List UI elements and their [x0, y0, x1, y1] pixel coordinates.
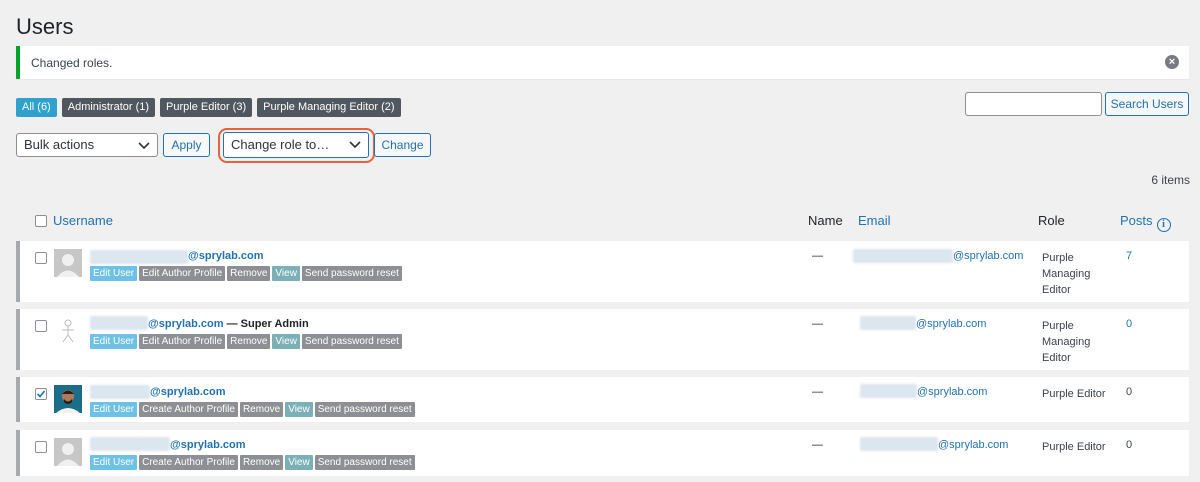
column-posts-label: Posts — [1120, 213, 1153, 228]
row-actions: Edit User Create Author Profile Remove V… — [90, 455, 415, 470]
posts-link[interactable]: 0 — [1126, 318, 1132, 330]
name-cell: — — [812, 386, 823, 398]
column-posts[interactable]: Posts i — [1120, 213, 1171, 232]
row-checkbox[interactable] — [35, 320, 47, 332]
posts-count: 0 — [1126, 386, 1133, 398]
edit-user-link[interactable]: Edit User — [90, 334, 138, 349]
remove-link[interactable]: Remove — [239, 455, 284, 470]
view-link[interactable]: View — [272, 334, 300, 349]
chevron-down-icon — [349, 141, 361, 149]
change-role-label: Change role to… — [231, 137, 330, 152]
filter-purple-editor[interactable]: Purple Editor (3) — [160, 98, 253, 117]
chevron-down-icon — [138, 142, 150, 150]
password-reset-link[interactable]: Send password reset — [314, 455, 415, 470]
email-link[interactable]: @sprylab.com — [916, 318, 986, 330]
username-link[interactable]: @sprylab.com — Super Admin — [148, 318, 309, 330]
username-link[interactable]: @sprylab.com — [170, 439, 246, 451]
avatar — [54, 317, 82, 345]
notice-text: Changed roles. — [31, 56, 113, 70]
name-cell: — — [812, 250, 823, 262]
row-actions: Edit User Edit Author Profile Remove Vie… — [90, 334, 402, 349]
author-profile-link[interactable]: Edit Author Profile — [139, 334, 226, 349]
view-link[interactable]: View — [285, 402, 313, 417]
row-checkbox[interactable] — [35, 252, 47, 264]
filter-all[interactable]: All (6) — [16, 98, 57, 117]
posts-count: 0 — [1126, 439, 1133, 451]
avatar — [54, 249, 82, 277]
view-link[interactable]: View — [272, 266, 300, 281]
remove-link[interactable]: Remove — [227, 334, 271, 349]
items-count: 6 items — [1151, 173, 1190, 187]
username-link[interactable]: @sprylab.com — [150, 386, 226, 398]
column-username[interactable]: Username — [53, 213, 113, 228]
edit-user-link[interactable]: Edit User — [90, 402, 138, 417]
table-row: @sprylab.com Edit User Create Author Pro… — [16, 377, 1189, 422]
close-icon[interactable]: × — [1165, 55, 1179, 69]
table-row: @sprylab.com Edit User Edit Author Profi… — [16, 241, 1189, 302]
role-cell: Purple Managing Editor — [1042, 320, 1091, 364]
avatar — [54, 438, 82, 466]
role-cell: Purple Managing Editor — [1042, 252, 1091, 296]
email-link[interactable]: @sprylab.com — [917, 386, 987, 398]
author-profile-link[interactable]: Edit Author Profile — [139, 266, 226, 281]
role-cell: Purple Editor — [1042, 441, 1106, 453]
table-row: @sprylab.com — Super Admin Edit User Edi… — [16, 309, 1189, 370]
select-all-checkbox[interactable] — [35, 215, 47, 227]
author-profile-link[interactable]: Create Author Profile — [139, 455, 238, 470]
remove-link[interactable]: Remove — [227, 266, 271, 281]
posts-link[interactable]: 7 — [1126, 250, 1132, 262]
filter-administrator[interactable]: Administrator (1) — [61, 98, 156, 117]
page-title: Users — [16, 14, 74, 39]
filter-purple-managing-editor[interactable]: Purple Managing Editor (2) — [257, 98, 401, 117]
bulk-actions-select[interactable]: Bulk actions — [16, 133, 158, 157]
apply-button[interactable]: Apply — [163, 133, 210, 157]
password-reset-link[interactable]: Send password reset — [301, 334, 402, 349]
row-checkbox[interactable] — [35, 388, 47, 400]
role-cell: Purple Editor — [1042, 388, 1106, 400]
row-checkbox[interactable] — [35, 441, 47, 453]
table-row: @sprylab.com Edit User Create Author Pro… — [16, 430, 1189, 476]
column-email[interactable]: Email — [858, 213, 891, 228]
author-profile-link[interactable]: Create Author Profile — [139, 402, 238, 417]
column-role: Role — [1038, 213, 1065, 228]
email-link[interactable]: @sprylab.com — [938, 439, 1008, 451]
info-icon[interactable]: i — [1156, 218, 1171, 232]
username-link[interactable]: @sprylab.com — [188, 250, 264, 262]
row-actions: Edit User Create Author Profile Remove V… — [90, 402, 415, 417]
name-cell: — — [812, 439, 823, 451]
search-input[interactable] — [965, 92, 1102, 116]
username-text: @sprylab.com — [150, 386, 226, 398]
bulk-actions-label: Bulk actions — [24, 137, 95, 152]
edit-user-link[interactable]: Edit User — [90, 455, 138, 470]
role-filters: All (6) Administrator (1) Purple Editor … — [16, 98, 401, 117]
row-actions: Edit User Edit Author Profile Remove Vie… — [90, 266, 402, 281]
change-role-select[interactable]: Change role to… — [223, 132, 369, 158]
change-button[interactable]: Change — [374, 133, 431, 157]
password-reset-link[interactable]: Send password reset — [314, 402, 415, 417]
success-notice: Changed roles. × — [16, 46, 1189, 79]
username-text: @sprylab.com — [170, 439, 246, 451]
remove-link[interactable]: Remove — [239, 402, 284, 417]
avatar — [54, 385, 82, 413]
view-link[interactable]: View — [285, 455, 313, 470]
super-admin-label: — Super Admin — [223, 318, 309, 330]
search-users-button[interactable]: Search Users — [1105, 92, 1189, 116]
username-text: @sprylab.com — [148, 318, 224, 330]
table-header: Username Name Email Role Posts i — [16, 206, 1189, 236]
edit-user-link[interactable]: Edit User — [90, 266, 138, 281]
password-reset-link[interactable]: Send password reset — [301, 266, 402, 281]
email-link[interactable]: @sprylab.com — [953, 250, 1023, 262]
name-cell: — — [812, 318, 823, 330]
username-text: @sprylab.com — [188, 250, 264, 262]
column-name: Name — [808, 213, 843, 228]
